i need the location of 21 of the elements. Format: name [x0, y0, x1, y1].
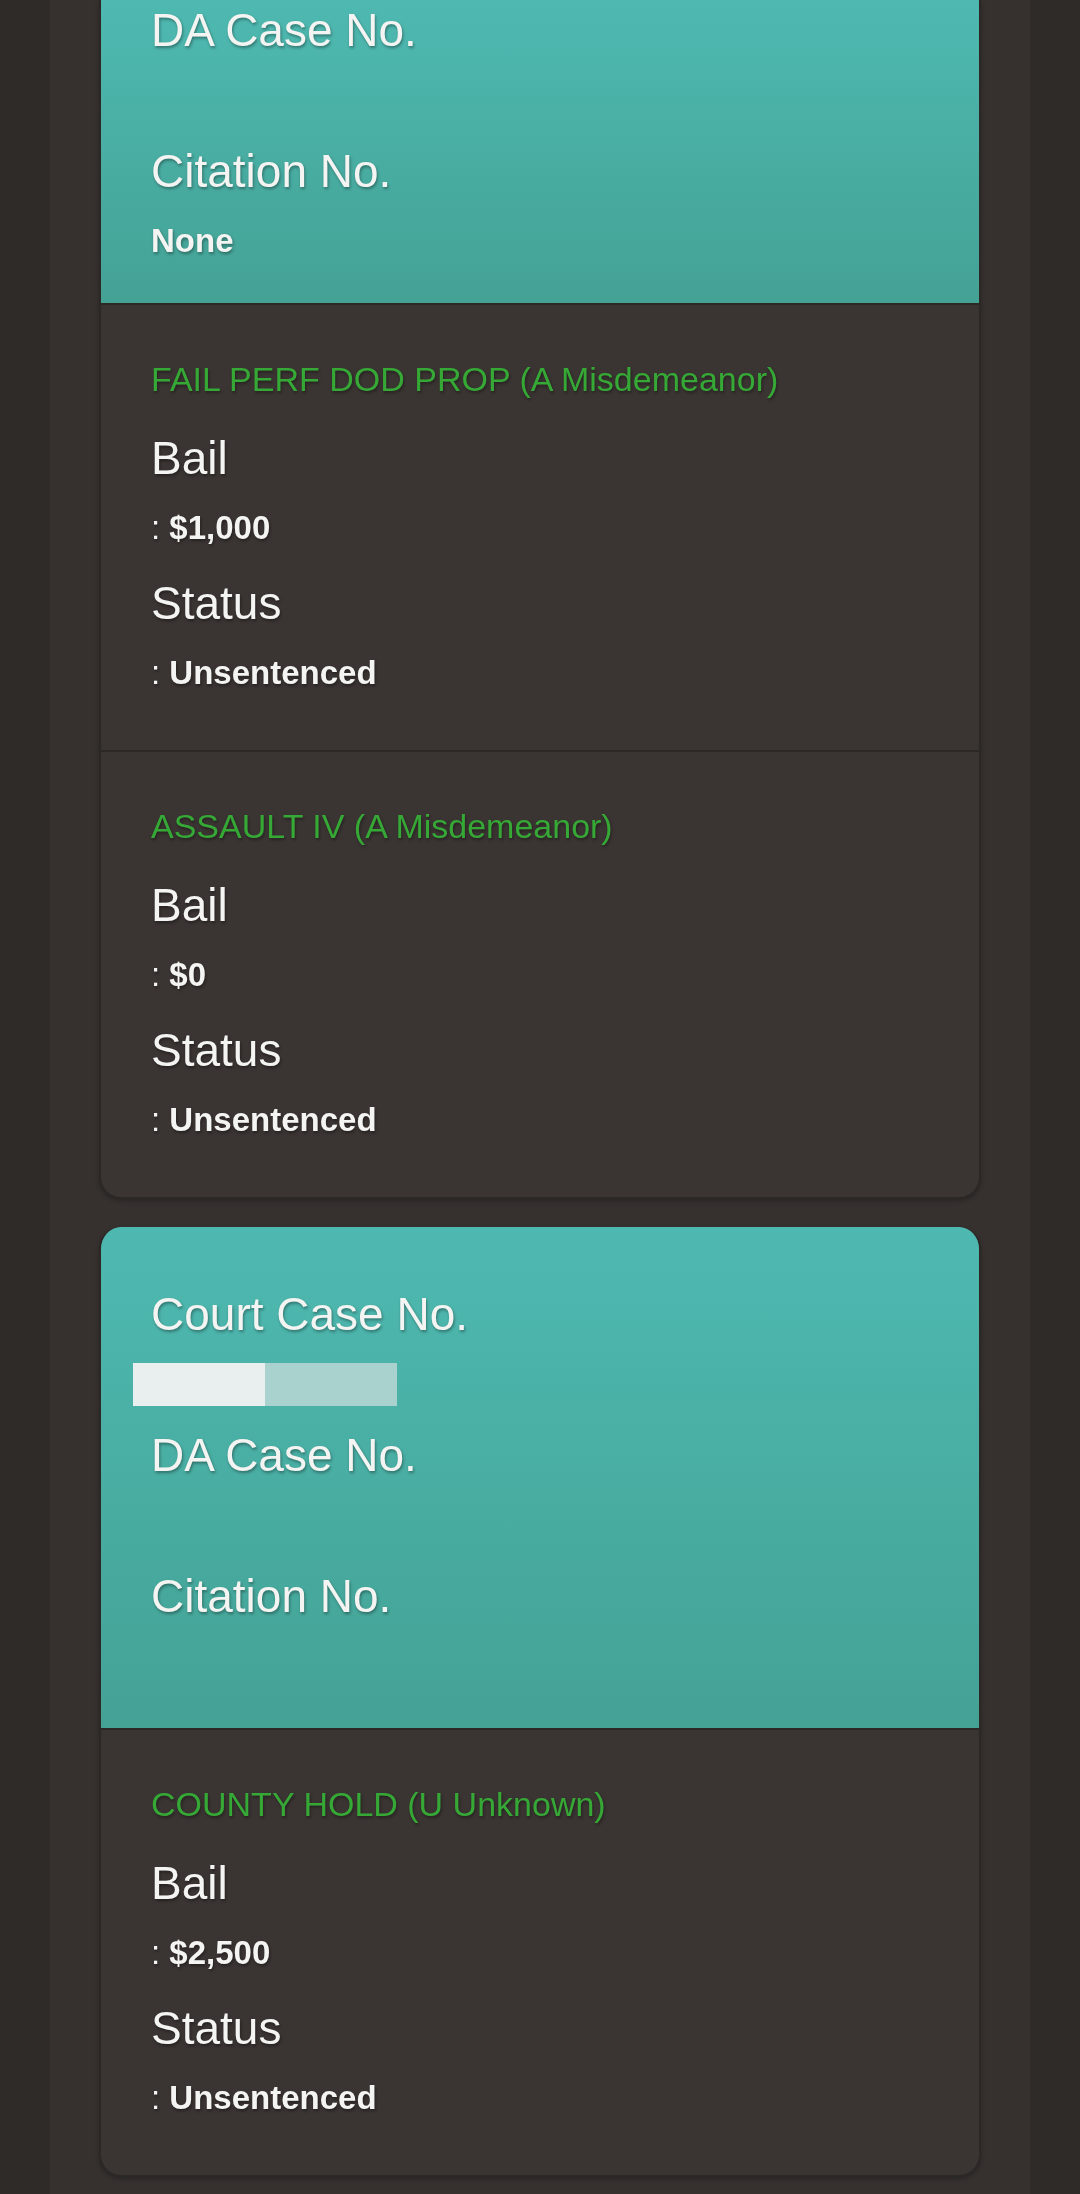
detail-label: Bail — [151, 1856, 228, 1911]
field-label: DA Case No. — [151, 3, 417, 58]
detail-value: : Unsentenced — [151, 2078, 377, 2118]
detail-label: Bail — [151, 878, 228, 933]
detail-value: : Unsentenced — [151, 1100, 377, 1140]
field-label: Citation No. — [151, 144, 392, 199]
detail-label: Status — [151, 576, 282, 631]
detail-value: : $1,000 — [151, 508, 271, 548]
charge-title: FAIL PERF DOD PROP (A Misdemeanor) — [151, 359, 779, 400]
detail-value: : Unsentenced — [151, 653, 377, 693]
field-label: Court Case No. — [151, 1287, 468, 1342]
charge-title: COUNTY HOLD (U Unknown) — [151, 1784, 606, 1825]
detail-label: Status — [151, 1023, 282, 1078]
field-label: Citation No. — [151, 1569, 392, 1624]
detail-label: Status — [151, 2001, 282, 2056]
detail-value: : $2,500 — [151, 1933, 271, 1973]
field-label: DA Case No. — [151, 1428, 417, 1483]
detail-value: : $0 — [151, 955, 207, 995]
detail-label: Bail — [151, 431, 228, 486]
charge-title: ASSAULT IV (A Misdemeanor) — [151, 806, 613, 847]
field-value: None — [151, 221, 234, 261]
